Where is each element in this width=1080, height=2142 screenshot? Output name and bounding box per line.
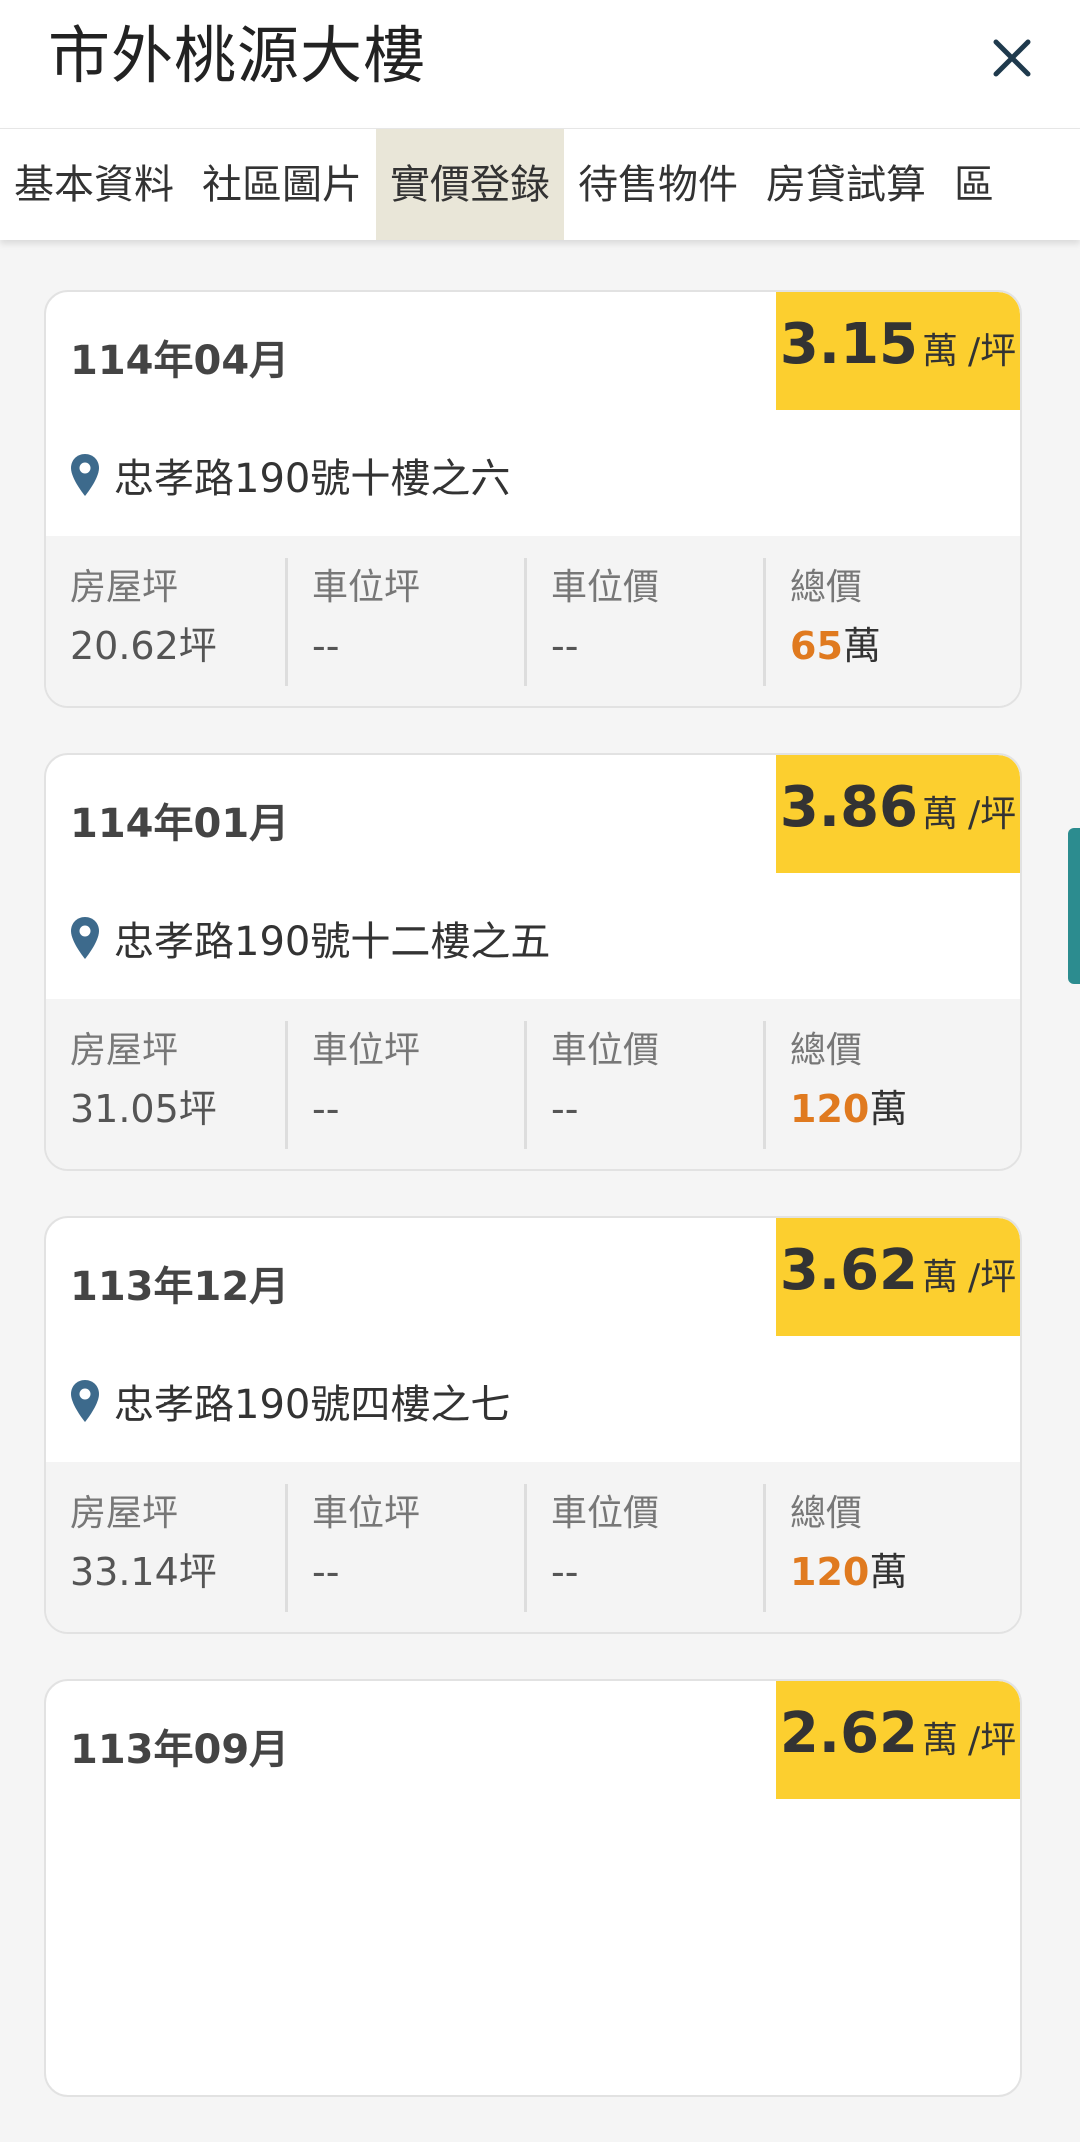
- page-title: 市外桃源大樓: [48, 19, 427, 92]
- unit-price-wan: 萬: [922, 331, 959, 372]
- stat-parking-price: 車位價 --: [524, 1021, 763, 1149]
- unit-price-value: 3.86: [779, 775, 918, 840]
- price-record-card[interactable]: 114年01月 3.86 萬 /坪 忠孝路190號十二樓之五 房屋坪 31.05…: [44, 753, 1022, 1171]
- unit-price-per-ping: /坪: [968, 794, 1017, 835]
- tab-mortgage-calc[interactable]: 房貸試算: [752, 129, 940, 240]
- close-icon: [993, 39, 1031, 77]
- record-date: 114年01月: [70, 801, 290, 847]
- stat-label: 車位價: [551, 1493, 660, 1534]
- tab-actual-price[interactable]: 實價登錄: [376, 129, 564, 240]
- unit-price-wan: 萬: [922, 1720, 959, 1761]
- location-pin-icon: [71, 454, 99, 496]
- unit-price-wan: 萬: [922, 794, 959, 835]
- price-record-list: 114年04月 3.15 萬 /坪 忠孝路190號十樓之六 房屋坪 20.62坪…: [44, 290, 1022, 2142]
- record-address: 忠孝路190號四樓之七: [70, 1372, 510, 1430]
- close-button[interactable]: [980, 26, 1044, 90]
- address-text: 忠孝路190號四樓之七: [114, 1382, 511, 1428]
- unit-price-badge: 3.86 萬 /坪: [776, 755, 1020, 873]
- total-price-unit: 萬: [842, 624, 881, 668]
- record-stats: 房屋坪 33.14坪 車位坪 -- 車位價 -- 總價 120萬: [46, 1462, 1020, 1632]
- record-address: 忠孝路190號十二樓之五: [70, 909, 550, 967]
- stat-parking-area: 車位坪 --: [285, 558, 524, 686]
- stat-parking-area: 車位坪 --: [285, 1021, 524, 1149]
- total-price-value: 120: [790, 1087, 870, 1131]
- stat-label: 房屋坪: [70, 1030, 179, 1071]
- unit-price-per-ping: /坪: [968, 331, 1017, 372]
- total-price-value: 65: [790, 624, 843, 668]
- stat-value: --: [312, 624, 340, 668]
- total-price-value: 120: [790, 1550, 870, 1594]
- scrollbar-thumb[interactable]: [1068, 828, 1080, 984]
- address-text: 忠孝路190號十樓之六: [114, 456, 511, 502]
- stat-value: --: [551, 624, 579, 668]
- record-address: 忠孝路190號十樓之六: [70, 446, 510, 504]
- total-price-unit: 萬: [869, 1087, 908, 1131]
- price-record-card[interactable]: 113年09月 2.62 萬 /坪: [44, 1679, 1022, 2097]
- stat-value: --: [551, 1087, 579, 1131]
- stat-total-price: 總價 65萬: [763, 558, 1002, 686]
- stat-label: 車位坪: [312, 1493, 421, 1534]
- tab-bar: 基本資料 社區圖片 實價登錄 待售物件 房貸試算 區: [0, 128, 1080, 240]
- stat-house-area: 房屋坪 31.05坪: [46, 1021, 285, 1149]
- tab-for-sale[interactable]: 待售物件: [564, 129, 752, 240]
- price-record-card[interactable]: 113年12月 3.62 萬 /坪 忠孝路190號四樓之七 房屋坪 33.14坪…: [44, 1216, 1022, 1634]
- stat-value: 120萬: [790, 1081, 1002, 1137]
- location-pin-icon: [71, 917, 99, 959]
- unit-price-wan: 萬: [922, 1257, 959, 1298]
- stat-value: --: [551, 1550, 579, 1594]
- stat-label: 總價: [790, 1493, 863, 1534]
- record-stats: 房屋坪 20.62坪 車位坪 -- 車位價 -- 總價 65萬: [46, 536, 1020, 706]
- record-date: 114年04月: [70, 338, 290, 384]
- tab-community-photos[interactable]: 社區圖片: [188, 129, 376, 240]
- unit-price-badge: 2.62 萬 /坪: [776, 1681, 1020, 1799]
- stat-parking-area: 車位坪 --: [285, 1484, 524, 1612]
- stat-label: 總價: [790, 567, 863, 608]
- stat-label: 車位價: [551, 1030, 660, 1071]
- stat-value: 65萬: [790, 618, 1002, 674]
- stat-total-price: 總價 120萬: [763, 1484, 1002, 1612]
- location-pin-icon: [71, 1380, 99, 1422]
- unit-price-badge: 3.62 萬 /坪: [776, 1218, 1020, 1336]
- unit-price-value: 3.62: [779, 1238, 918, 1303]
- stat-value: 31.05坪: [70, 1087, 217, 1131]
- stat-label: 房屋坪: [70, 1493, 179, 1534]
- record-stats: 房屋坪 31.05坪 車位坪 -- 車位價 -- 總價 120萬: [46, 999, 1020, 1169]
- unit-price-value: 2.62: [779, 1701, 918, 1766]
- stat-label: 總價: [790, 1030, 863, 1071]
- record-date: 113年12月: [70, 1264, 290, 1310]
- unit-price-value: 3.15: [779, 312, 918, 377]
- record-date: 113年09月: [70, 1727, 290, 1773]
- tab-basic-info[interactable]: 基本資料: [0, 129, 188, 240]
- stat-house-area: 房屋坪 20.62坪: [46, 558, 285, 686]
- stat-label: 車位價: [551, 567, 660, 608]
- unit-price-per-ping: /坪: [968, 1720, 1017, 1761]
- header: 市外桃源大樓: [0, 0, 1080, 128]
- unit-price-per-ping: /坪: [968, 1257, 1017, 1298]
- stat-total-price: 總價 120萬: [763, 1021, 1002, 1149]
- price-record-card[interactable]: 114年04月 3.15 萬 /坪 忠孝路190號十樓之六 房屋坪 20.62坪…: [44, 290, 1022, 708]
- stat-parking-price: 車位價 --: [524, 558, 763, 686]
- total-price-unit: 萬: [869, 1550, 908, 1594]
- tab-area[interactable]: 區: [940, 129, 1008, 240]
- stat-value: --: [312, 1550, 340, 1594]
- stat-value: 120萬: [790, 1544, 1002, 1600]
- stat-label: 車位坪: [312, 567, 421, 608]
- stat-value: --: [312, 1087, 340, 1131]
- stat-parking-price: 車位價 --: [524, 1484, 763, 1612]
- stat-value: 20.62坪: [70, 624, 217, 668]
- stat-house-area: 房屋坪 33.14坪: [46, 1484, 285, 1612]
- address-text: 忠孝路190號十二樓之五: [114, 919, 551, 965]
- stat-label: 房屋坪: [70, 567, 179, 608]
- stat-value: 33.14坪: [70, 1550, 217, 1594]
- stat-label: 車位坪: [312, 1030, 421, 1071]
- unit-price-badge: 3.15 萬 /坪: [776, 292, 1020, 410]
